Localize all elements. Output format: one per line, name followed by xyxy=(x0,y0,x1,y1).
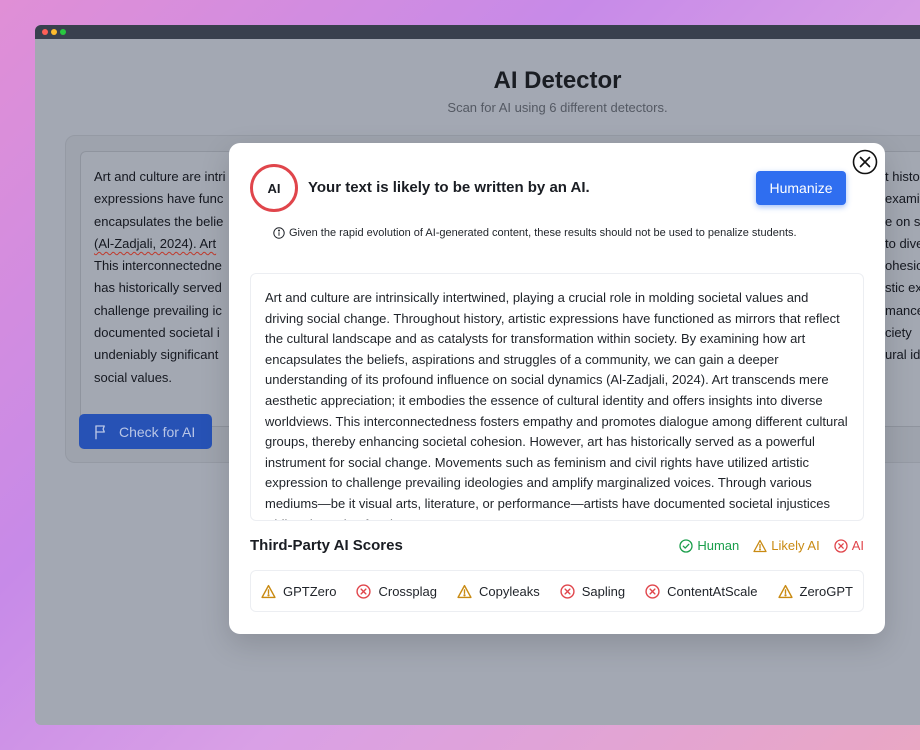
detector-name: GPTZero xyxy=(283,583,337,599)
disclaimer-notice: Given the rapid evolution of AI-generate… xyxy=(273,227,797,239)
maximize-window-dot[interactable] xyxy=(60,29,66,35)
info-icon xyxy=(273,227,285,239)
check-circle-icon xyxy=(679,538,694,553)
check-for-ai-label: Check for AI xyxy=(119,423,196,440)
bg-fragment: to dive xyxy=(885,235,920,251)
x-circle-icon xyxy=(645,583,660,599)
window-titlebar xyxy=(35,25,920,39)
scores-legend: Human Likely AI AI xyxy=(679,538,864,553)
bg-fragment: t histo xyxy=(885,169,920,184)
legend-human: Human xyxy=(679,538,739,553)
analyzed-text-box[interactable]: Art and culture are intrinsically intert… xyxy=(250,273,864,521)
detector-name: Sapling xyxy=(581,583,626,599)
legend-ai-label: AI xyxy=(851,538,864,553)
close-icon[interactable] xyxy=(851,148,879,176)
third-party-scores-title: Third-Party AI Scores xyxy=(250,537,403,554)
detector-name: Copyleaks xyxy=(479,583,540,599)
detector-contentatscale[interactable]: ContentAtScale xyxy=(645,584,757,599)
warning-icon xyxy=(261,584,276,598)
legend-likely-ai: Likely AI xyxy=(753,538,820,553)
humanize-button[interactable]: Humanize xyxy=(756,171,846,205)
detector-scores-row: GPTZero Crossplag Copyleaks Sapling Cont… xyxy=(250,570,864,612)
bg-fragment: mance xyxy=(885,302,920,318)
page-title: AI Detector xyxy=(493,67,622,94)
result-modal: AI Your text is likely to be written by … xyxy=(229,143,885,634)
detector-sapling[interactable]: Sapling xyxy=(560,584,625,599)
bg-right-fragments: t histo examin e on s to dive ohesion st… xyxy=(885,166,920,367)
detector-name: ContentAtScale xyxy=(667,583,758,599)
legend-ai: AI xyxy=(834,538,864,553)
minimize-window-dot[interactable] xyxy=(51,29,57,35)
flag-icon xyxy=(95,424,105,439)
legend-likely-ai-label: Likely AI xyxy=(771,538,820,553)
x-circle-icon xyxy=(560,583,575,599)
detector-name: ZeroGPT xyxy=(799,583,853,599)
verdict-headline: Your text is likely to be written by an … xyxy=(308,179,590,196)
check-for-ai-button[interactable]: Check for AI xyxy=(79,414,212,449)
disclaimer-text: Given the rapid evolution of AI-generate… xyxy=(289,227,797,239)
detector-name: Crossplag xyxy=(378,583,438,599)
page-subtitle: Scan for AI using 6 different detectors. xyxy=(447,100,668,115)
legend-human-label: Human xyxy=(697,538,740,553)
bg-fragment: ural id xyxy=(885,347,920,363)
warning-icon xyxy=(753,539,767,552)
detector-crossplag[interactable]: Crossplag xyxy=(356,584,437,599)
detector-zerogpt[interactable]: ZeroGPT xyxy=(777,583,853,599)
bg-fragment: examin xyxy=(885,191,920,207)
warning-icon xyxy=(777,584,793,598)
detector-copyleaks[interactable]: Copyleaks xyxy=(457,584,540,599)
x-circle-icon xyxy=(834,538,848,553)
bg-fragment: stic ex xyxy=(885,280,920,296)
close-window-dot[interactable] xyxy=(42,29,48,35)
x-circle-icon xyxy=(356,583,372,599)
detector-gptzero[interactable]: GPTZero xyxy=(261,584,336,599)
bg-fragment: ciety xyxy=(885,325,912,341)
ai-verdict-badge: AI xyxy=(250,164,298,212)
bg-fragment: ohesion xyxy=(885,258,920,274)
bg-fragment: e on s xyxy=(885,213,920,229)
analyzed-text: Art and culture are intrinsically intert… xyxy=(265,290,848,520)
warning-icon xyxy=(457,584,472,598)
